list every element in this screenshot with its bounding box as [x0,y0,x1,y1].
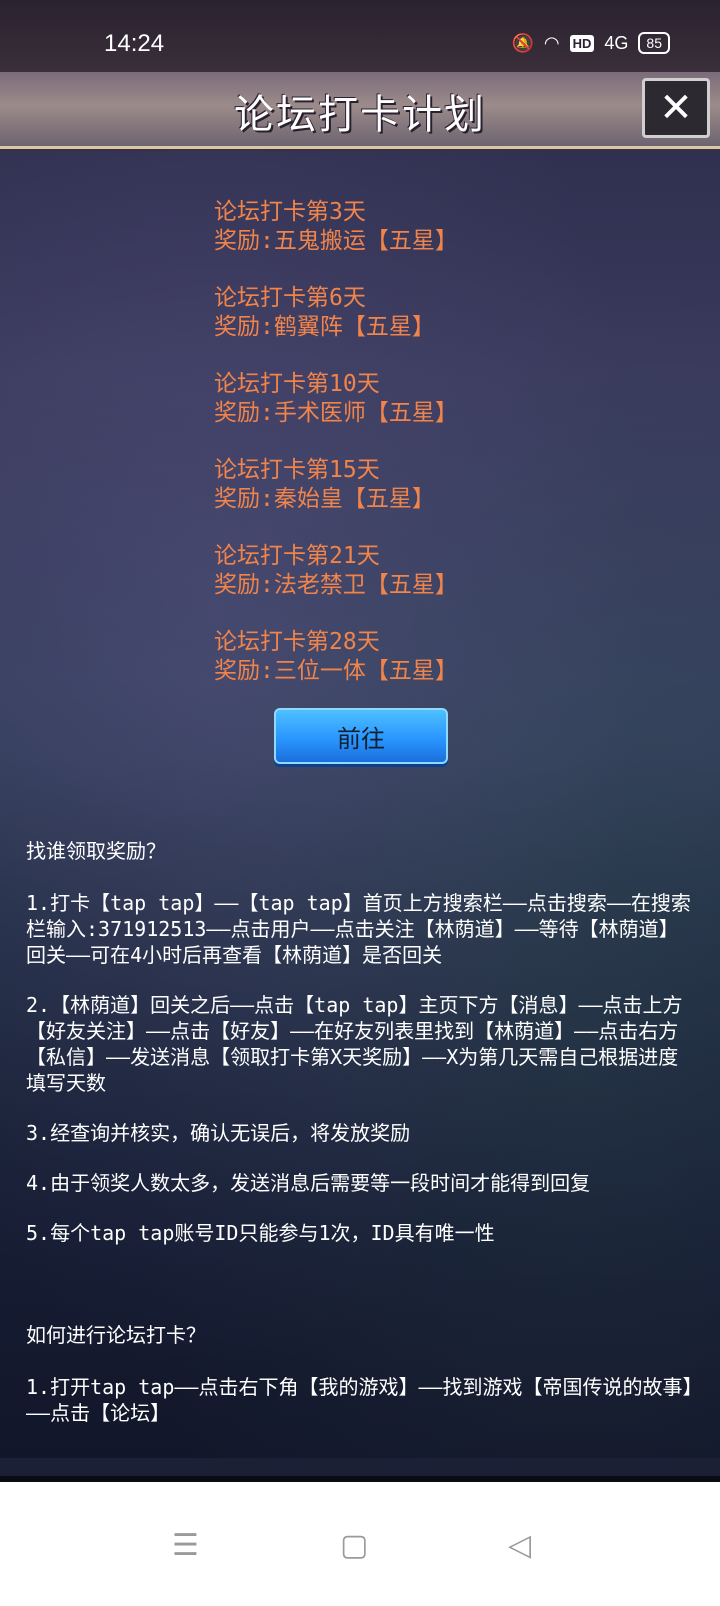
reward-text: 奖励:手术医师【五星】 [214,400,458,426]
reward-text: 奖励:五鬼搬运【五星】 [214,228,458,254]
reward-item: 论坛打卡第6天 奖励:鹤翼阵【五星】 [214,284,458,342]
reward-item: 论坛打卡第28天 奖励:三位一体【五星】 [214,628,458,686]
reward-text: 奖励:三位一体【五星】 [214,658,458,684]
battery-icon: 85 [638,32,670,54]
close-button[interactable]: ✕ [642,78,710,138]
reward-item: 论坛打卡第3天 奖励:五鬼搬运【五星】 [214,198,458,256]
reward-list: 论坛打卡第3天 奖励:五鬼搬运【五星】 论坛打卡第6天 奖励:鹤翼阵【五星】 论… [214,198,458,714]
hd-icon: HD [569,34,595,52]
wifi-icon: ◠ [543,32,560,53]
claim-step: 2.【林荫道】回关之后——点击【tap tap】主页下方【消息】——点击上方【好… [26,993,683,1095]
home-icon[interactable]: ▢ [340,1528,368,1563]
reward-day: 论坛打卡第21天 [214,543,380,569]
menu-icon[interactable]: ☰ [172,1528,199,1563]
reward-text: 奖励:秦始皇【五星】 [214,486,435,512]
claim-step: 1.打卡【tap tap】——【tap tap】首页上方搜索栏——点击搜索——在… [26,891,691,967]
instructions: 找谁领取奖励？ 1.打卡【tap tap】——【tap tap】首页上方搜索栏—… [26,838,696,1450]
reward-item: 论坛打卡第10天 奖励:手术医师【五星】 [214,370,458,428]
close-icon: ✕ [659,85,693,131]
reward-item: 论坛打卡第15天 奖励:秦始皇【五星】 [214,456,458,514]
claim-step: 4.由于领奖人数太多，发送消息后需要等一段时间才能得到回复 [26,1171,591,1195]
back-icon[interactable]: ◁ [508,1528,531,1563]
system-nav-bar: ☰ ▢ ◁ [0,1476,720,1606]
reward-text: 奖励:法老禁卫【五星】 [214,572,458,598]
reward-text: 奖励:鹤翼阵【五星】 [214,314,435,340]
status-time: 14:24 [104,30,165,57]
howto-step: 1.打开tap tap——点击右下角【我的游戏】——找到游戏【帝国传说的故事】—… [26,1375,693,1425]
signal-icon: 4G [604,32,629,53]
reward-item: 论坛打卡第21天 奖励:法老禁卫【五星】 [214,542,458,600]
reward-day: 论坛打卡第6天 [214,285,366,311]
howto-heading: 如何进行论坛打卡？ [26,1323,206,1347]
claim-step: 5.每个tap tap账号ID只能参与1次，ID具有唯一性 [26,1221,495,1245]
mute-icon: 🔕 [511,32,534,53]
status-bar: 14:24 🔕 ◠ HD 4G 85 [0,0,720,72]
claim-step: 3.经查询并核实，确认无误后，将发放奖励 [26,1121,411,1145]
reward-day: 论坛打卡第15天 [214,457,380,483]
claim-heading: 找谁领取奖励？ [26,839,166,863]
go-button[interactable]: 前往 [274,708,448,764]
reward-day: 论坛打卡第3天 [214,199,366,225]
title-bar: 论坛打卡计划 ✕ [0,72,720,149]
status-icons: 🔕 ◠ HD 4G 85 [511,32,670,54]
page-title: 论坛打卡计划 [234,92,486,138]
reward-day: 论坛打卡第10天 [214,371,380,397]
reward-day: 论坛打卡第28天 [214,629,380,655]
